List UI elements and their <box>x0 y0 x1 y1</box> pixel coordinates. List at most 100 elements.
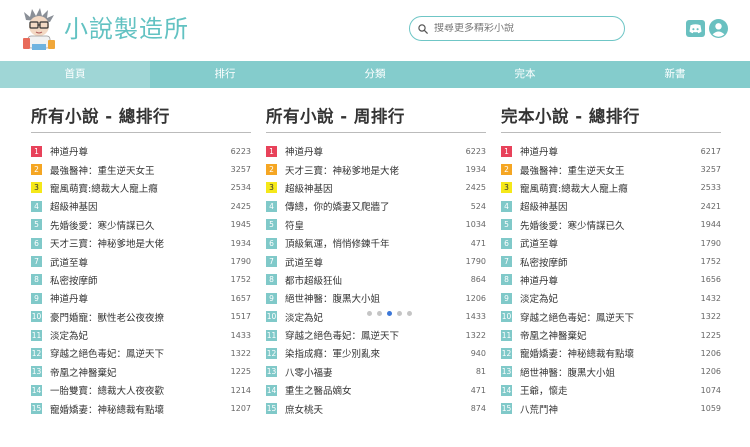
ranking-row[interactable]: 12 染指成癮：軍少別亂來 940 <box>266 344 486 362</box>
nav-item-completed[interactable]: 完本 <box>450 61 600 88</box>
search-input[interactable] <box>434 23 614 34</box>
novel-title-link[interactable]: 私密按摩師 <box>50 273 217 287</box>
novel-title-link[interactable]: 武道至尊 <box>50 255 217 269</box>
ranking-row[interactable]: 11 淡定為妃 1433 <box>31 326 251 344</box>
novel-title-link[interactable]: 神道丹尊 <box>50 144 217 158</box>
nav-item-ranking[interactable]: 排行 <box>150 61 300 88</box>
novel-title-link[interactable]: 私密按摩師 <box>520 255 687 269</box>
novel-title-link[interactable]: 最強醫神：重生逆天女王 <box>520 163 687 177</box>
ranking-row[interactable]: 14 王爺，懷走 1074 <box>501 381 721 399</box>
novel-title-link[interactable]: 頂級氣運，悄悄修鍊千年 <box>285 236 452 250</box>
novel-title-link[interactable]: 八荒鬥神 <box>520 402 687 416</box>
ranking-row[interactable]: 7 武道至尊 1790 <box>266 252 486 270</box>
ranking-row[interactable]: 10 穿越之絕色毒妃：鳳逆天下 1322 <box>501 308 721 326</box>
ranking-row[interactable]: 4 傳總，你的嬌妻又爬牆了 524 <box>266 197 486 215</box>
ranking-row[interactable]: 2 最強醫神：重生逆天女王 3257 <box>31 160 251 178</box>
pager-dot[interactable] <box>367 311 372 316</box>
novel-title-link[interactable]: 超級神基因 <box>285 181 452 195</box>
ranking-row[interactable]: 15 寵婚嬌妻：神秘總裁有點壞 1207 <box>31 399 251 417</box>
ranking-row[interactable]: 6 天才三寶：神秘爹地是大佬 1934 <box>31 234 251 252</box>
ranking-row[interactable]: 1 神道丹尊 6223 <box>266 142 486 160</box>
novel-title-link[interactable]: 帝凰之神醫棄妃 <box>50 365 217 379</box>
pager-dot[interactable] <box>377 311 382 316</box>
nav-item-new-books[interactable]: 新書 <box>600 61 750 88</box>
novel-title-link[interactable]: 染指成癮：軍少別亂來 <box>285 346 452 360</box>
ranking-row[interactable]: 7 武道至尊 1790 <box>31 252 251 270</box>
search-box[interactable] <box>409 16 625 41</box>
ranking-row[interactable]: 3 寵風萌寶:總裁大人寵上癮 2534 <box>31 179 251 197</box>
ranking-row[interactable]: 12 寵婚嬌妻：神秘總裁有點壞 1206 <box>501 344 721 362</box>
pager-dot[interactable] <box>407 311 412 316</box>
nav-item-home[interactable]: 首頁 <box>0 61 150 88</box>
novel-title-link[interactable]: 一胎雙寶：總裁大人夜夜歡 <box>50 383 217 397</box>
novel-title-link[interactable]: 寵風萌寶:總裁大人寵上癮 <box>50 181 217 195</box>
novel-title-link[interactable]: 超級神基因 <box>50 199 217 213</box>
ranking-row[interactable]: 15 庶女桃夭 874 <box>266 399 486 417</box>
novel-title-link[interactable]: 武道至尊 <box>285 255 452 269</box>
novel-title-link[interactable]: 先婚後愛：寒少情謀已久 <box>50 218 217 232</box>
brand-title[interactable]: 小說製造所 <box>64 12 189 46</box>
novel-title-link[interactable]: 重生之醫品嫡女 <box>285 383 452 397</box>
ranking-row[interactable]: 5 先婚後愛：寒少情謀已久 1945 <box>31 216 251 234</box>
ranking-row[interactable]: 3 超級神基因 2425 <box>266 179 486 197</box>
novel-title-link[interactable]: 神道丹尊 <box>520 273 687 287</box>
ranking-row[interactable]: 1 神道丹尊 6223 <box>31 142 251 160</box>
ranking-row[interactable]: 14 一胎雙寶：總裁大人夜夜歡 1214 <box>31 381 251 399</box>
ranking-row[interactable]: 15 八荒鬥神 1059 <box>501 399 721 417</box>
ranking-row[interactable]: 13 絕世神醫：腹黑大小姐 1206 <box>501 363 721 381</box>
novel-title-link[interactable]: 寵婚嬌妻：神秘總裁有點壞 <box>50 402 217 416</box>
novel-title-link[interactable]: 淡定為妃 <box>50 328 217 342</box>
novel-title-link[interactable]: 都市超級狂仙 <box>285 273 452 287</box>
pager-dot[interactable] <box>387 311 392 316</box>
novel-title-link[interactable]: 符皇 <box>285 218 452 232</box>
novel-title-link[interactable]: 最強醫神：重生逆天女王 <box>50 163 217 177</box>
discord-icon[interactable] <box>686 20 705 37</box>
novel-title-link[interactable]: 王爺，懷走 <box>520 383 687 397</box>
ranking-row[interactable]: 6 頂級氣運，悄悄修鍊千年 471 <box>266 234 486 252</box>
novel-title-link[interactable]: 穿越之絕色毒妃：鳳逆天下 <box>285 328 452 342</box>
novel-title-link[interactable]: 豪門婚寵：獸性老公夜夜撩 <box>50 310 217 324</box>
ranking-row[interactable]: 5 符皇 1034 <box>266 216 486 234</box>
novel-title-link[interactable]: 天才三寶：神秘爹地是大佬 <box>285 163 452 177</box>
user-account-icon[interactable] <box>709 19 728 38</box>
novel-title-link[interactable]: 傳總，你的嬌妻又爬牆了 <box>285 199 452 213</box>
novel-title-link[interactable]: 八零小福妻 <box>285 365 452 379</box>
novel-title-link[interactable]: 穿越之絕色毒妃：鳳逆天下 <box>520 310 687 324</box>
ranking-row[interactable]: 3 寵風萌寶:總裁大人寵上癮 2533 <box>501 179 721 197</box>
ranking-row[interactable]: 2 天才三寶：神秘爹地是大佬 1934 <box>266 160 486 178</box>
novel-title-link[interactable]: 穿越之絕色毒妃：鳳逆天下 <box>50 346 217 360</box>
novel-title-link[interactable]: 寵風萌寶:總裁大人寵上癮 <box>520 181 687 195</box>
ranking-row[interactable]: 8 都市超級狂仙 864 <box>266 271 486 289</box>
ranking-row[interactable]: 2 最強醫神：重生逆天女王 3257 <box>501 160 721 178</box>
ranking-row[interactable]: 9 絕世神醫：腹黑大小姐 1206 <box>266 289 486 307</box>
ranking-row[interactable]: 9 淡定為妃 1432 <box>501 289 721 307</box>
ranking-row[interactable]: 14 重生之醫品嫡女 471 <box>266 381 486 399</box>
novel-title-link[interactable]: 武道至尊 <box>520 236 687 250</box>
novel-title-link[interactable]: 淡定為妃 <box>520 291 687 305</box>
novel-title-link[interactable]: 絕世神醫：腹黑大小姐 <box>520 365 687 379</box>
nav-item-category[interactable]: 分類 <box>300 61 450 88</box>
ranking-row[interactable]: 4 超級神基因 2421 <box>501 197 721 215</box>
novel-title-link[interactable]: 帝凰之神醫棄妃 <box>520 328 687 342</box>
novel-title-link[interactable]: 神道丹尊 <box>520 144 687 158</box>
ranking-row[interactable]: 11 帝凰之神醫棄妃 1225 <box>501 326 721 344</box>
novel-title-link[interactable]: 庶女桃夭 <box>285 402 452 416</box>
ranking-row[interactable]: 13 八零小福妻 81 <box>266 363 486 381</box>
ranking-row[interactable]: 9 神道丹尊 1657 <box>31 289 251 307</box>
novel-title-link[interactable]: 神道丹尊 <box>285 144 452 158</box>
novel-title-link[interactable]: 先婚後愛：寒少情謀已久 <box>520 218 687 232</box>
ranking-row[interactable]: 1 神道丹尊 6217 <box>501 142 721 160</box>
novel-title-link[interactable]: 超級神基因 <box>520 199 687 213</box>
novel-title-link[interactable]: 神道丹尊 <box>50 291 217 305</box>
ranking-row[interactable]: 4 超級神基因 2425 <box>31 197 251 215</box>
ranking-row[interactable]: 10 豪門婚寵：獸性老公夜夜撩 1517 <box>31 308 251 326</box>
ranking-row[interactable]: 5 先婚後愛：寒少情謀已久 1944 <box>501 216 721 234</box>
novel-title-link[interactable]: 寵婚嬌妻：神秘總裁有點壞 <box>520 346 687 360</box>
ranking-row[interactable]: 12 穿越之絕色毒妃：鳳逆天下 1322 <box>31 344 251 362</box>
mascot-logo-icon[interactable] <box>20 6 58 52</box>
ranking-row[interactable]: 7 私密按摩師 1752 <box>501 252 721 270</box>
pager-dot[interactable] <box>397 311 402 316</box>
ranking-row[interactable]: 13 帝凰之神醫棄妃 1225 <box>31 363 251 381</box>
ranking-row[interactable]: 8 私密按摩師 1752 <box>31 271 251 289</box>
ranking-row[interactable]: 11 穿越之絕色毒妃：鳳逆天下 1322 <box>266 326 486 344</box>
